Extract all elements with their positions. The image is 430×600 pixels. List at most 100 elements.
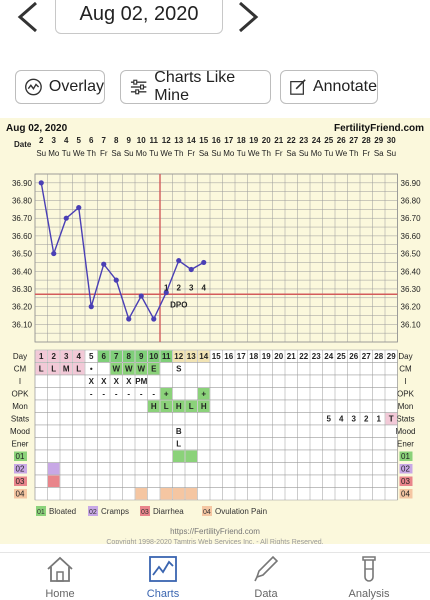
cm-value: L xyxy=(39,365,44,374)
day-number: 2 xyxy=(52,352,57,361)
date-cell: 18 xyxy=(237,136,246,145)
cm-value: W xyxy=(112,365,120,374)
weekday-cell: We xyxy=(160,149,172,158)
temp-point xyxy=(201,259,207,266)
intercourse-value: X xyxy=(126,377,132,386)
legend-code: 03 xyxy=(141,509,149,516)
date-cell: 7 xyxy=(102,136,107,145)
row-label-right: Day xyxy=(398,352,412,361)
temp-tick-right: 36.40 xyxy=(401,267,422,276)
monitor-value: H xyxy=(176,402,182,411)
stats-value: 3 xyxy=(352,415,357,424)
opk-value: - xyxy=(140,390,143,399)
nav-data-label: Data xyxy=(254,588,278,600)
cell-fill xyxy=(173,450,185,462)
legend-label: Diarrhea xyxy=(153,507,184,516)
date-cell: 13 xyxy=(174,136,183,145)
nav-analysis[interactable]: Analysis xyxy=(324,555,414,600)
date-cell: 28 xyxy=(362,136,371,145)
day-number: 3 xyxy=(64,352,69,361)
row-label-left: Day xyxy=(13,352,27,361)
day-number: 22 xyxy=(299,352,308,361)
overlay-button[interactable]: Overlay xyxy=(15,70,105,104)
date-cell: 17 xyxy=(224,136,233,145)
day-number: 18 xyxy=(249,352,258,361)
row-label-right: Ener xyxy=(397,440,414,449)
sliders-icon xyxy=(130,79,147,95)
weekday-cell: We xyxy=(248,149,260,158)
opk-value: - xyxy=(115,390,118,399)
weekday-cell: Tu xyxy=(62,149,71,158)
annotate-button[interactable]: Annotate xyxy=(280,70,378,104)
next-day-button[interactable] xyxy=(234,0,268,36)
weekday-cell: Th xyxy=(87,149,96,158)
date-cell: 11 xyxy=(150,136,159,145)
charts-like-mine-button[interactable]: Charts Like Mine xyxy=(120,69,271,104)
day-number: 11 xyxy=(162,352,171,361)
row-label-left: Stats xyxy=(11,415,29,424)
dpo-number: 4 xyxy=(202,283,207,292)
date-cell: 16 xyxy=(212,136,221,145)
intercourse-value: X xyxy=(89,377,95,386)
grid-row-bg xyxy=(34,474,398,488)
fertility-chart: Aug 02, 2020 FertilityFriend.com Date 2 Su 3 M… xyxy=(0,118,430,546)
legend-code: 02 xyxy=(89,509,97,516)
temp-plot-area xyxy=(34,173,398,343)
edit-icon xyxy=(290,79,306,95)
day-number: 9 xyxy=(139,352,144,361)
row-label-right: Stats xyxy=(396,415,414,424)
date-cell: 5 xyxy=(77,136,82,145)
chart-icon xyxy=(149,556,177,582)
overlay-icon xyxy=(25,78,42,96)
day-number: 20 xyxy=(274,352,283,361)
temp-point xyxy=(138,293,144,299)
date-cell: 6 xyxy=(89,136,94,145)
grid-row-bg xyxy=(34,462,398,476)
stats-value: 1 xyxy=(377,415,382,424)
date-cell: 29 xyxy=(374,136,383,145)
weekday-cell: Sa xyxy=(374,149,384,158)
day-number: 1 xyxy=(39,352,44,361)
cell-fill xyxy=(185,450,197,462)
day-number: 28 xyxy=(374,352,383,361)
stats-value: T xyxy=(389,415,394,424)
row-label-left: 04 xyxy=(16,490,25,499)
day-number: 16 xyxy=(224,352,233,361)
nav-charts[interactable]: Charts xyxy=(118,555,208,600)
dpo-number: 3 xyxy=(189,283,194,292)
grid-row-bg xyxy=(34,449,398,463)
day-number: 17 xyxy=(237,352,246,361)
date-cell: 2 xyxy=(39,136,44,145)
row-label-right: Mon xyxy=(398,402,414,411)
row-label-left: 01 xyxy=(16,452,25,461)
temp-tick-left: 36.90 xyxy=(12,179,33,188)
chart-footer-copyright: Copyright 1998-2020 Tamtris Web Services… xyxy=(106,539,323,544)
day-number: 21 xyxy=(287,352,296,361)
date-cell: 20 xyxy=(262,136,271,145)
annotate-label: Annotate xyxy=(312,78,377,95)
date-cell: 21 xyxy=(274,136,283,145)
temp-point xyxy=(176,258,182,264)
temp-tick-right: 36.80 xyxy=(401,197,422,206)
opk-value: + xyxy=(164,390,169,399)
cell-fill xyxy=(48,475,60,487)
temp-tick-left: 36.10 xyxy=(12,320,33,329)
date-cell: 26 xyxy=(337,136,346,145)
intercourse-value: X xyxy=(114,377,120,386)
row-label-right: Mood xyxy=(395,427,415,436)
nav-data[interactable]: Data xyxy=(221,555,311,600)
nav-home[interactable]: Home xyxy=(15,555,105,600)
date-cell: 19 xyxy=(249,136,258,145)
current-date[interactable]: Aug 02, 2020 xyxy=(55,0,223,34)
temp-point xyxy=(126,316,132,322)
date-cell: 24 xyxy=(312,136,321,145)
dpo-number: 1 xyxy=(164,283,169,292)
opk-value: - xyxy=(90,390,93,399)
day-number: 29 xyxy=(387,352,396,361)
date-navigator: Aug 02, 2020 xyxy=(0,0,430,40)
temp-tick-right: 36.90 xyxy=(401,179,422,188)
previous-day-button[interactable] xyxy=(12,0,46,36)
date-cell: 25 xyxy=(324,136,333,145)
cm-value: • xyxy=(90,365,93,374)
temp-tick-right: 36.70 xyxy=(401,214,422,223)
